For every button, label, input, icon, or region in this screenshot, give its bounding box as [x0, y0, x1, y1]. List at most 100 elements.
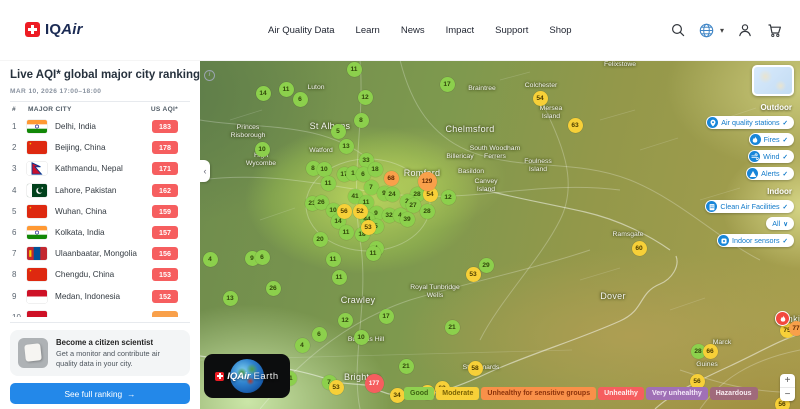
aqi-marker[interactable]: 58 [467, 360, 483, 376]
aqi-marker[interactable]: 20 [312, 231, 328, 247]
aqi-marker[interactable]: 10 [316, 161, 332, 177]
ranking-row[interactable]: 5 Wuhan, China 159 [12, 201, 178, 222]
divider [10, 101, 190, 102]
check-icon: ✓ [782, 237, 788, 245]
ranking-row[interactable]: 7 Ulaanbaatar, Mongolia 156 [12, 243, 178, 264]
aqi-marker[interactable]: 6 [254, 249, 270, 265]
aqi-marker[interactable]: 28 [419, 203, 435, 219]
aqi-marker[interactable]: 77 [788, 320, 800, 336]
aqi-marker[interactable]: 17 [378, 308, 394, 324]
aqi-marker[interactable]: 12 [440, 189, 456, 205]
aqi-marker[interactable]: 14 [255, 85, 271, 101]
air-quality-map[interactable]: ‹ Outdoor Air quality stations ✓ Fires ✓ Win… [200, 60, 800, 409]
aqi-marker[interactable]: 4 [294, 337, 310, 353]
aqi-marker[interactable]: 6 [292, 91, 308, 107]
aqi-marker[interactable]: 26 [265, 280, 281, 296]
ranking-row[interactable]: 4 Lahore, Pakistan 162 [12, 180, 178, 201]
ranking-row[interactable]: 6 Kolkata, India 157 [12, 222, 178, 243]
aqi-marker[interactable]: 13 [222, 290, 238, 306]
citizen-scientist-card[interactable]: Become a citizen scientist Get a monitor… [10, 330, 190, 376]
aqi-marker[interactable]: 56 [336, 203, 352, 219]
aqi-marker[interactable]: 4 [202, 251, 218, 267]
language-dropdown-caret-icon[interactable]: ▾ [720, 26, 724, 35]
aqi-marker[interactable]: 63 [567, 117, 583, 133]
indoor-section-label: Indoor [767, 187, 792, 196]
ranking-row[interactable]: 1 Delhi, India 183 [12, 116, 178, 137]
ranking-row[interactable]: 3 Kathmandu, Nepal 171 [12, 158, 178, 179]
aqi-marker[interactable]: 39 [399, 211, 415, 227]
search-icon[interactable] [670, 22, 686, 38]
language-globe-icon[interactable] [699, 22, 715, 38]
account-icon[interactable] [737, 22, 753, 38]
aqi-marker[interactable]: 5 [330, 123, 346, 139]
city-name: Kolkata, India [55, 228, 105, 238]
aqi-value-badge: 162 [152, 183, 178, 197]
aqi-marker[interactable]: 60 [631, 240, 647, 256]
aqi-marker[interactable]: 29 [478, 257, 494, 273]
nav-item-learn[interactable]: Learn [356, 25, 380, 36]
aqi-marker[interactable]: 8 [353, 112, 369, 128]
fire-event-marker[interactable] [775, 311, 790, 326]
ranking-row[interactable]: 10 [12, 307, 178, 317]
aqi-marker[interactable]: 13 [338, 138, 354, 154]
see-full-ranking-button[interactable]: See full ranking → [10, 383, 190, 404]
iqair-earth-button[interactable]: IQAir Earth [204, 354, 290, 398]
nav-item-support[interactable]: Support [495, 25, 528, 36]
country-flag-icon [27, 120, 47, 134]
aqi-marker[interactable]: 27 [405, 197, 421, 213]
aqi-marker[interactable]: 11 [346, 61, 362, 77]
aqi-marker[interactable]: 11 [331, 269, 347, 285]
layer-toggle-all[interactable]: All ∨ [766, 217, 794, 230]
layer-toggle-air-quality-stations[interactable]: Air quality stations ✓ [706, 116, 794, 129]
aqi-marker[interactable]: 21 [444, 319, 460, 335]
aqi-marker[interactable]: 10 [353, 329, 369, 345]
info-icon[interactable]: i [204, 69, 216, 81]
aqi-marker[interactable]: 11 [365, 245, 381, 261]
cart-icon[interactable] [766, 22, 782, 38]
nav-item-impact[interactable]: Impact [446, 25, 475, 36]
aqi-marker[interactable]: 6 [311, 326, 327, 342]
aqi-marker[interactable]: 11 [338, 224, 354, 240]
aqi-marker[interactable]: 34 [389, 387, 405, 403]
layer-toggle-alerts[interactable]: Alerts ✓ [746, 167, 794, 180]
aqi-marker[interactable]: 177 [364, 373, 384, 393]
aqi-marker[interactable]: 21 [398, 358, 414, 374]
iqair-logo[interactable]: IQAir [25, 21, 83, 38]
aqi-marker[interactable]: 10 [254, 141, 270, 157]
aqi-marker[interactable]: 17 [439, 76, 455, 92]
nav-item-news[interactable]: News [401, 25, 425, 36]
layer-toggle-clean-air-facilities[interactable]: Clean Air Facilities ✓ [705, 200, 794, 213]
aqi-marker[interactable]: 24 [384, 186, 400, 202]
aqi-marker[interactable]: 68 [383, 170, 399, 186]
legend-chip-good: Good [404, 387, 435, 400]
aqi-marker[interactable]: 129 [417, 171, 437, 191]
aqi-marker[interactable]: 11 [320, 175, 336, 191]
ranking-row[interactable]: 9 Medan, Indonesia 152 [12, 286, 178, 307]
aqi-marker[interactable]: 53 [328, 379, 344, 395]
map-zoom-control: + − [780, 374, 795, 401]
aqi-marker[interactable]: 11 [325, 251, 341, 267]
zoom-out-button[interactable]: − [780, 388, 795, 401]
sidebar-collapse-button[interactable]: ‹ [200, 160, 210, 182]
zoom-in-button[interactable]: + [780, 374, 795, 388]
aqi-marker[interactable]: 18 [367, 161, 383, 177]
aqi-marker[interactable]: 12 [357, 89, 373, 105]
layer-toggle-indoor-sensors[interactable]: Indoor sensors ✓ [717, 234, 794, 247]
aqi-marker[interactable]: 12 [337, 312, 353, 328]
aqi-marker[interactable]: 52 [352, 203, 368, 219]
aqi-marker[interactable]: 54 [532, 90, 548, 106]
ranking-row[interactable]: 8 Chengdu, China 153 [12, 264, 178, 285]
aqi-marker[interactable]: 53 [465, 266, 481, 282]
aqi-marker[interactable]: 53 [360, 219, 376, 235]
layer-toggle-label: Alerts [761, 169, 780, 178]
city-name: Chengdu, China [55, 270, 115, 280]
layer-toggle-fires[interactable]: Fires ✓ [748, 133, 794, 146]
nav-item-shop[interactable]: Shop [549, 25, 571, 36]
iqair-logo-icon [215, 371, 225, 381]
map-style-thumbnail-button[interactable] [752, 65, 794, 96]
aqi-marker[interactable]: 66 [702, 343, 718, 359]
ranking-row[interactable]: 2 Beijing, China 178 [12, 137, 178, 158]
layer-toggle-wind[interactable]: Wind ✓ [748, 150, 794, 163]
aqi-marker[interactable]: 11 [278, 81, 294, 97]
nav-item-air-quality-data[interactable]: Air Quality Data [268, 25, 335, 36]
